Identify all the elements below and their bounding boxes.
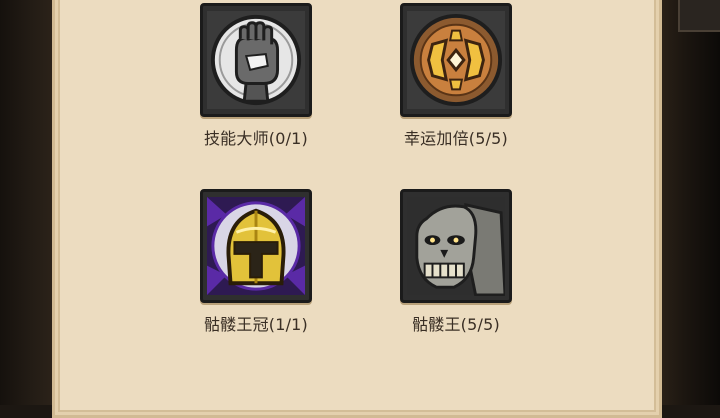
skill-icon-frame[interactable] [200, 3, 312, 117]
background-left [0, 0, 52, 405]
skill-icon-frame[interactable] [400, 3, 512, 117]
skill-label: 技能大师(0/1) [203, 129, 309, 148]
skill-label: 骷髅王(5/5) [412, 315, 500, 334]
skill-label: 骷髅王冠(1/1) [203, 315, 309, 334]
skill-panel: 技能大师(0/1) 幸运加倍(5/5) 骷髅王冠(1/1) 骷髅王(5/5) [52, 0, 662, 418]
background-right [660, 0, 720, 405]
fist-icon [207, 11, 305, 109]
golden-helmet-icon [207, 197, 305, 295]
lucky-shield-icon [407, 11, 505, 109]
skeleton-king-icon [407, 197, 505, 296]
skill-label: 幸运加倍(5/5) [403, 129, 509, 148]
skill-icon-frame[interactable] [200, 189, 312, 303]
skill-icon-frame[interactable] [400, 189, 512, 303]
corner-decoration [678, 0, 720, 32]
